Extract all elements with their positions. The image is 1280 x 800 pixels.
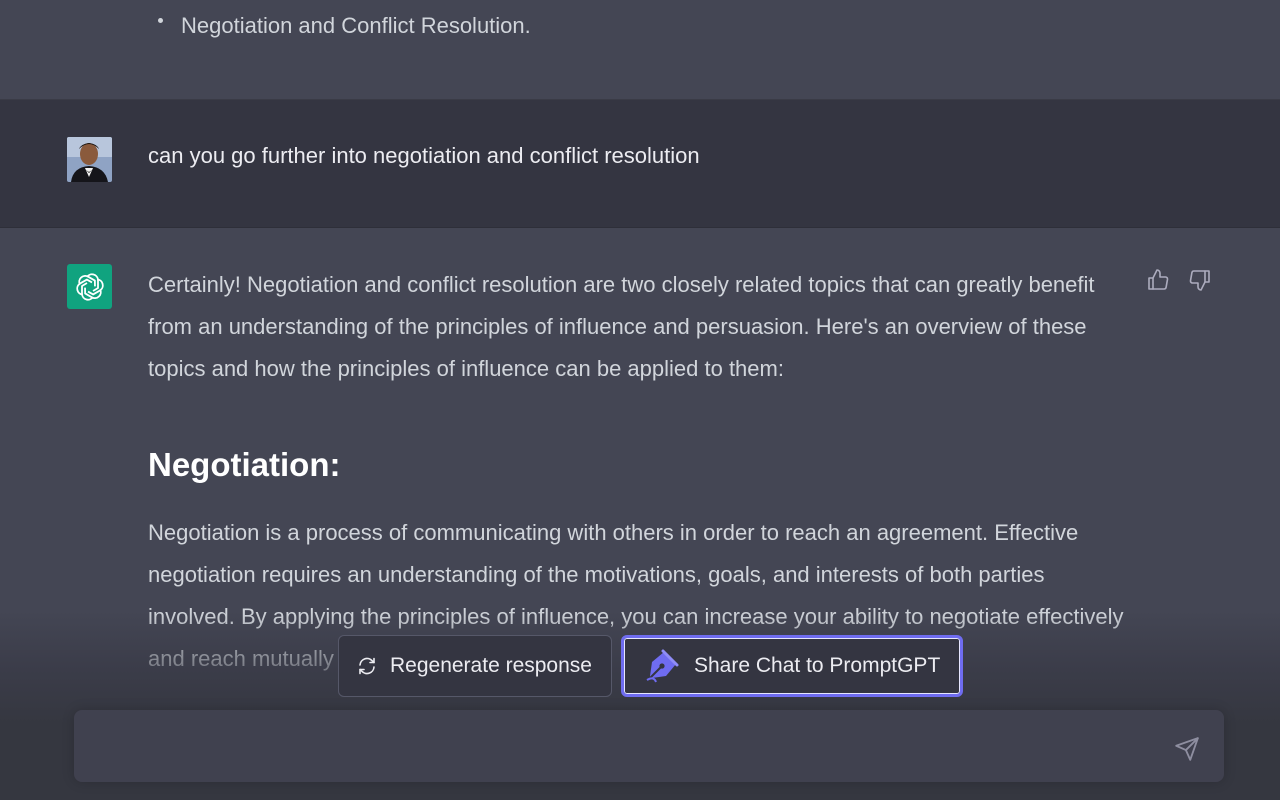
- user-message-text: can you go further into negotiation and …: [148, 143, 700, 168]
- regenerate-label: Regenerate response: [390, 654, 592, 677]
- bullet-item-text: Negotiation and Conflict Resolution.: [181, 13, 531, 38]
- message-input[interactable]: [94, 732, 1158, 766]
- feedback-buttons: [1146, 268, 1212, 292]
- pen-nib-icon: [646, 649, 679, 683]
- message-composer: [74, 710, 1224, 782]
- share-chat-button[interactable]: Share Chat to PromptGPT: [621, 635, 963, 697]
- send-icon[interactable]: [1174, 736, 1200, 762]
- user-message: can you go further into negotiation and …: [0, 100, 1280, 228]
- previous-assistant-message: Negotiation and Conflict Resolution.: [0, 0, 1280, 100]
- bullet-marker: [158, 18, 163, 23]
- user-avatar: [67, 137, 112, 182]
- answer-heading: Negotiation:: [148, 446, 341, 483]
- chatgpt-logo-icon: [67, 264, 112, 309]
- answer-intro: Certainly! Negotiation and conflict reso…: [148, 272, 1095, 381]
- regenerate-response-button[interactable]: Regenerate response: [338, 635, 612, 697]
- thumbs-down-icon[interactable]: [1188, 268, 1212, 292]
- chat-page: Negotiation and Conflict Resolution. can…: [0, 0, 1280, 800]
- share-label: Share Chat to PromptGPT: [694, 654, 941, 677]
- refresh-icon: [359, 657, 375, 675]
- thumbs-up-icon[interactable]: [1146, 268, 1170, 292]
